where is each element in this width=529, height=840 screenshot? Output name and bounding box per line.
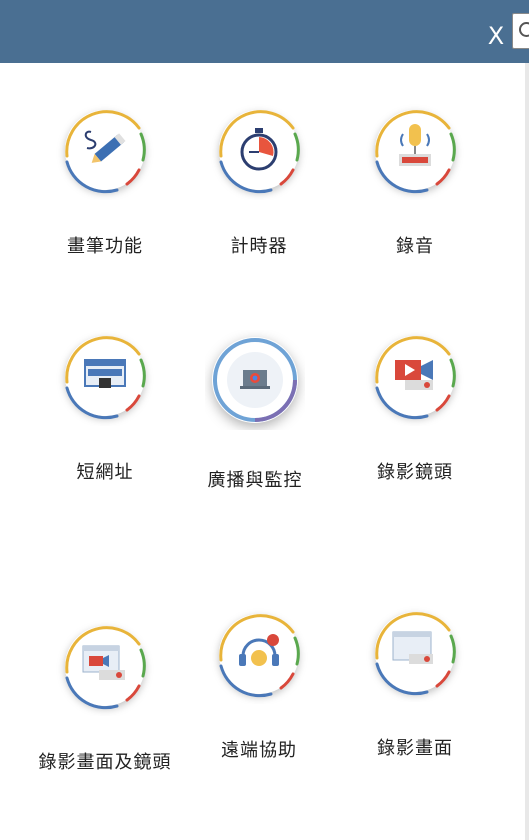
search-box[interactable] [512,13,529,49]
tool-label: 廣播與監控 [207,470,303,491]
search-icon [519,22,529,37]
tool-video-camera[interactable]: 錄影鏡頭 [340,326,490,483]
pen-icon [55,100,155,200]
tool-screen-record[interactable]: 錄影畫面 [340,602,490,759]
microphone-icon [365,100,465,200]
remote-support-icon [209,604,309,704]
tool-label: 錄影鏡頭 [377,462,453,483]
screen-camera-record-icon [55,616,155,716]
stopwatch-icon [209,100,309,200]
tool-label: 錄影畫面及鏡頭 [38,752,172,773]
tool-audio-record[interactable]: 錄音 [340,100,490,257]
tool-remote-support[interactable]: 遠端協助 [184,604,334,761]
screen-record-icon [365,602,465,702]
close-button[interactable]: X [482,20,510,52]
tool-label: 短網址 [76,462,134,483]
tool-label: 錄影畫面 [377,738,453,759]
tool-label: 錄音 [396,236,434,257]
tool-screen-camera-record[interactable]: 錄影畫面及鏡頭 [30,616,180,773]
panel-header [0,0,529,63]
tool-label: 計時器 [230,236,288,257]
tool-broadcast-monitor[interactable]: 廣播與監控 [180,330,330,491]
short-url-icon [55,326,155,426]
tool-label: 遠端協助 [221,740,297,761]
scrollbar-track[interactable] [525,63,529,840]
tool-pen[interactable]: 畫筆功能 [30,100,180,257]
tool-label: 畫筆功能 [67,236,143,257]
tool-short-url[interactable]: 短網址 [30,326,180,483]
video-camera-icon [365,326,465,426]
tool-timer[interactable]: 計時器 [184,100,334,257]
broadcast-monitor-icon [205,330,305,430]
